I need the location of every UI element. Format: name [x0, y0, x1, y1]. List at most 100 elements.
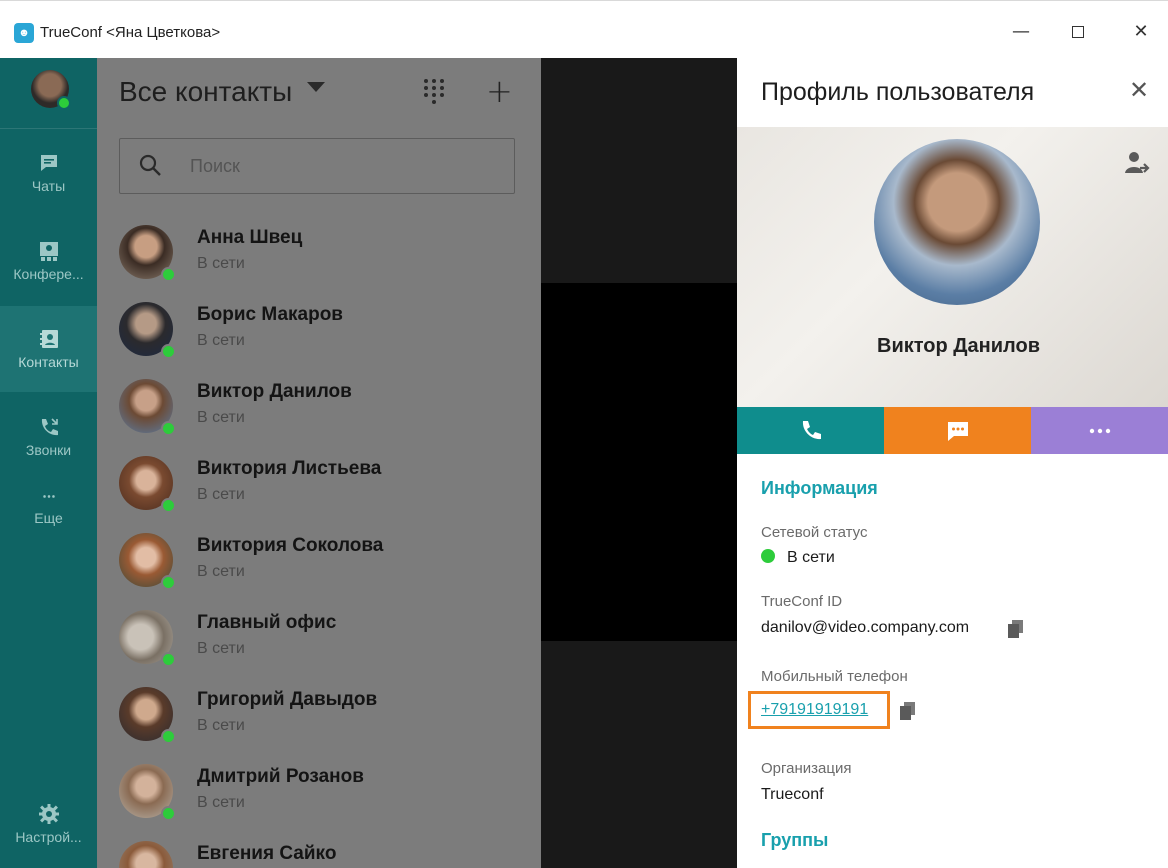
contact-item[interactable]: Главный офис В сети: [97, 600, 541, 677]
network-status-label: Сетевой статус: [761, 524, 868, 541]
nav-item-calls[interactable]: Звонки: [0, 394, 97, 480]
minimize-button[interactable]: —: [998, 17, 1044, 47]
contact-name: Борис Макаров: [197, 304, 343, 325]
mobile-phone-link[interactable]: +79191919191: [761, 701, 868, 719]
contact-status: В сети: [197, 794, 245, 811]
nav-item-label: Звонки: [25, 442, 72, 458]
contact-item[interactable]: Виктория Листьева В сети: [97, 446, 541, 523]
contact-name: Дмитрий Розанов: [197, 766, 364, 787]
online-status-dot: [161, 729, 176, 744]
contact-item[interactable]: Дмитрий Розанов В сети: [97, 754, 541, 831]
contact-item[interactable]: Борис Макаров В сети: [97, 292, 541, 369]
divider: [0, 128, 97, 129]
contact-item[interactable]: Евгения Сайко: [97, 831, 541, 868]
avatar: [119, 764, 176, 821]
title-bar: ☻ TrueConf <Яна Цветкова> — ✕: [0, 0, 1168, 58]
video-area: [541, 58, 737, 868]
groups-section-title: Группы: [761, 830, 829, 850]
trueconf-id-value: danilov@video.company.com: [761, 619, 970, 636]
share-contact-icon[interactable]: [1123, 149, 1151, 177]
contacts-title[interactable]: Все контакты: [119, 76, 292, 108]
window-title: TrueConf <Яна Цветкова>: [40, 24, 221, 41]
contact-item[interactable]: Григорий Давыдов В сети: [97, 677, 541, 754]
copy-icon[interactable]: [900, 702, 915, 720]
contact-item[interactable]: Виктория Соколова В сети: [97, 523, 541, 600]
contact-item[interactable]: Виктор Данилов В сети: [97, 369, 541, 446]
nav-item-settings[interactable]: Настрой...: [0, 803, 97, 845]
online-status-dot: [161, 498, 176, 513]
search-input[interactable]: [190, 153, 490, 179]
online-status-dot: [761, 549, 775, 563]
online-status-dot: [57, 96, 71, 110]
network-status-value: В сети: [761, 549, 835, 567]
contact-status: В сети: [197, 332, 245, 349]
more-button[interactable]: [1031, 407, 1168, 454]
organization-value: Trueconf: [761, 786, 824, 803]
online-status-dot: [161, 421, 176, 436]
chevron-down-icon[interactable]: [307, 82, 325, 92]
info-section-title: Информация: [761, 478, 878, 498]
call-button[interactable]: [737, 407, 884, 454]
contacts-icon: [39, 330, 58, 348]
contact-status: В сети: [197, 486, 245, 503]
avatar: [119, 610, 176, 667]
avatar: [119, 841, 173, 868]
trueconf-id-label: TrueConf ID: [761, 593, 843, 610]
avatar[interactable]: [874, 139, 1040, 305]
copy-icon[interactable]: [1008, 620, 1023, 638]
online-status-dot: [161, 344, 176, 359]
contact-status: В сети: [197, 409, 245, 426]
contact-name: Анна Швец: [197, 227, 303, 248]
profile-name: Виктор Данилов: [877, 335, 1040, 357]
chat-icon: [947, 421, 968, 441]
phone-icon: [802, 420, 821, 439]
nav-item-label: Еще: [34, 510, 63, 526]
more-dots-icon: [1089, 428, 1110, 433]
nav-item-label: Контакты: [18, 354, 79, 370]
search-icon: [139, 154, 161, 176]
avatar: [119, 225, 176, 282]
search-box: [119, 138, 515, 194]
calls-icon: [41, 418, 58, 436]
status-text: В сети: [787, 549, 835, 566]
nav-item-conferences[interactable]: Конфере...: [0, 218, 97, 304]
profile-actions: [737, 407, 1168, 454]
online-status-dot: [161, 652, 176, 667]
online-status-dot: [161, 267, 176, 282]
left-nav: Чаты Конфере... Контакты Звонки Еще Наст…: [0, 58, 97, 868]
contact-list: Анна Швец В сети Борис Макаров В сети Ви…: [97, 215, 541, 868]
profile-header: Виктор Данилов: [737, 127, 1168, 407]
avatar: [119, 687, 176, 744]
chat-icon: [40, 155, 57, 171]
avatar: [119, 379, 176, 436]
contact-status: В сети: [197, 717, 245, 734]
close-window-button[interactable]: ✕: [1118, 17, 1164, 47]
nav-item-label: Настрой...: [15, 829, 82, 845]
contact-name: Евгения Сайко: [197, 843, 337, 864]
contact-name: Виктор Данилов: [197, 381, 352, 402]
avatar: [119, 533, 176, 590]
video-frame: [541, 283, 737, 641]
dialpad-icon[interactable]: [423, 78, 445, 104]
profile-panel: Профиль пользователя ✕ Виктор Данилов Ин…: [737, 58, 1168, 868]
nav-item-more[interactable]: Еще: [0, 482, 97, 568]
highlight-box: +79191919191: [748, 691, 890, 729]
contact-item[interactable]: Анна Швец В сети: [97, 215, 541, 292]
avatar: [119, 456, 176, 513]
message-button[interactable]: [884, 407, 1031, 454]
contact-name: Виктория Листьева: [197, 458, 382, 479]
add-contact-button[interactable]: +: [486, 72, 513, 110]
conference-icon: [39, 242, 58, 261]
online-status-dot: [161, 575, 176, 590]
close-icon[interactable]: ✕: [1129, 76, 1149, 104]
organization-label: Организация: [761, 760, 852, 777]
online-status-dot: [161, 806, 176, 821]
mobile-phone-label: Мобильный телефон: [761, 668, 908, 685]
nav-item-contacts[interactable]: Контакты: [0, 306, 97, 392]
my-avatar[interactable]: [31, 70, 71, 110]
maximize-button[interactable]: [1055, 17, 1101, 47]
nav-item-chats[interactable]: Чаты: [0, 130, 97, 216]
contacts-panel: Все контакты + Анна Швец В сети Борис Ма…: [97, 58, 541, 868]
contact-name: Григорий Давыдов: [197, 689, 378, 710]
trueconf-logo-icon: ☻: [14, 23, 34, 43]
